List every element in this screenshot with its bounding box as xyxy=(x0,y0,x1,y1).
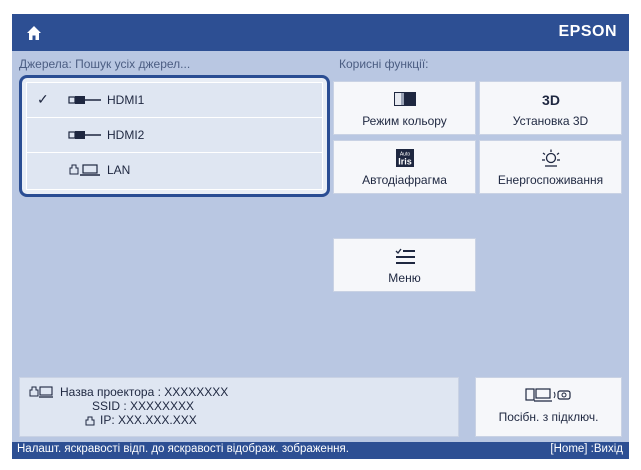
projector-name-text: Назва проектора : XXXXXXXX xyxy=(60,385,229,399)
color-mode-icon xyxy=(393,92,416,106)
svg-text:Iris: Iris xyxy=(398,157,412,167)
tile-label: Автодіафрагма xyxy=(362,173,447,187)
source-item-hdmi1[interactable]: ✓ HDMI1 xyxy=(27,83,322,118)
top-bar: EPSON xyxy=(12,14,629,51)
3d-icon: 3D xyxy=(542,92,560,108)
menu-button[interactable]: Меню xyxy=(333,238,476,292)
power-consumption-icon xyxy=(541,149,560,167)
network-info-panel: Назва проектора : XXXXXXXX SSID : XXXXXX… xyxy=(19,377,459,437)
auto-iris-icon: Auto Iris xyxy=(395,149,414,167)
source-item-lan[interactable]: LAN xyxy=(27,153,322,188)
home-icon[interactable] xyxy=(26,25,42,41)
sources-label: Джерела: Пошук усіх джерел... xyxy=(19,57,191,71)
source-list-inner: ✓ HDMI1 HDMI2 LAN xyxy=(26,82,323,190)
projector-home-screen: EPSON Джерела: Пошук усіх джерел... Кори… xyxy=(12,14,629,459)
tile-label: Енергоспоживання xyxy=(497,173,604,187)
3d-setup-button[interactable]: 3D Установка 3D xyxy=(479,81,622,135)
ip-text: IP: XXX.XXX.XXX xyxy=(100,413,197,427)
source-item-hdmi2[interactable]: HDMI2 xyxy=(27,118,322,153)
menu-icon xyxy=(395,248,415,264)
tile-label: Меню xyxy=(388,271,421,285)
power-consumption-button[interactable]: Енергоспоживання xyxy=(479,140,622,194)
auto-iris-button[interactable]: Auto Iris Автодіафрагма xyxy=(333,140,476,194)
ssid-text: SSID : XXXXXXXX xyxy=(92,399,195,413)
lan-icon xyxy=(69,164,100,176)
source-item-label: LAN xyxy=(107,163,131,177)
useful-functions-label: Корисні функції: xyxy=(339,57,429,71)
source-item-label: HDMI2 xyxy=(107,128,145,142)
connection-guide-label: Посібн. з підключ. xyxy=(498,410,599,424)
svg-text:3D: 3D xyxy=(542,92,560,108)
check-icon: ✓ xyxy=(37,91,49,107)
brand-logo: EPSON xyxy=(558,23,617,40)
source-item-label: HDMI1 xyxy=(107,93,145,107)
bottom-status-bar: Налашт. яскравості відп. до яскравості в… xyxy=(12,442,629,459)
lan-icon xyxy=(85,416,95,426)
color-mode-button[interactable]: Режим кольору xyxy=(333,81,476,135)
source-list: ✓ HDMI1 HDMI2 LAN xyxy=(19,75,330,197)
tile-label: Установка 3D xyxy=(512,114,589,128)
exit-hint-text: [Home] :Вихід xyxy=(550,443,623,455)
help-hint-text: Налашт. яскравості відп. до яскравості в… xyxy=(17,443,349,455)
hdmi-icon xyxy=(68,131,101,139)
lan-icon xyxy=(29,386,53,398)
connection-guide-button[interactable]: Посібн. з підключ. xyxy=(475,377,622,437)
hdmi-icon xyxy=(68,96,101,104)
connection-guide-icon xyxy=(525,388,571,402)
tile-label: Режим кольору xyxy=(362,114,447,128)
